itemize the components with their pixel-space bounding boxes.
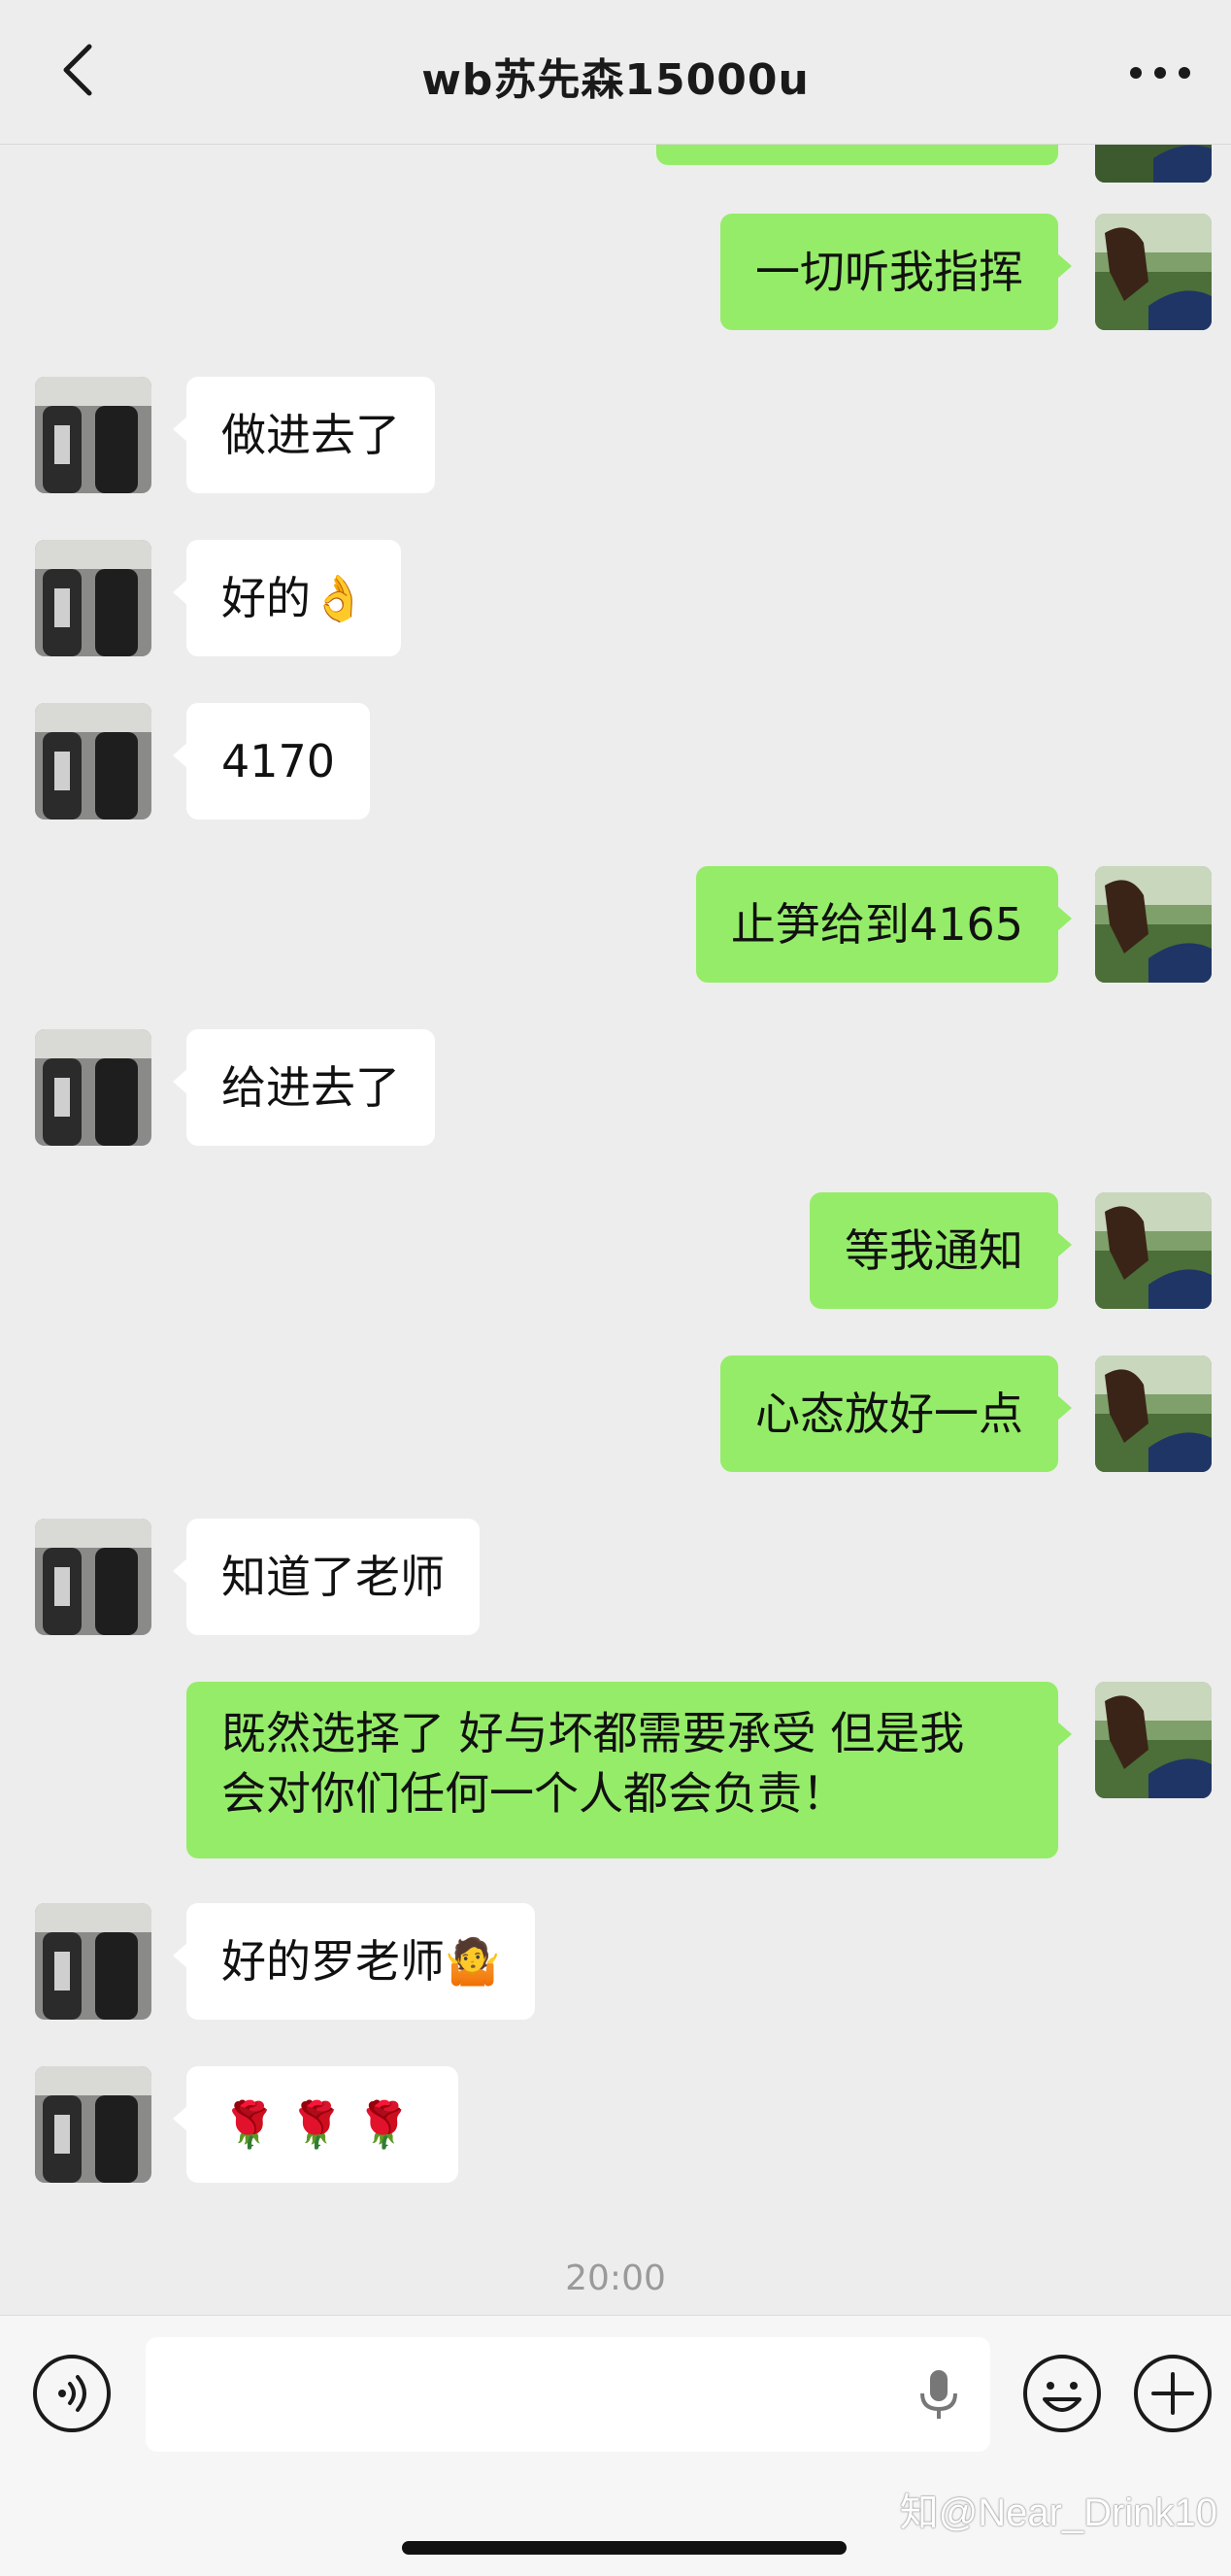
incoming-message: 做进去了 — [0, 377, 1231, 493]
message-bubble[interactable]: 心态放好一点 — [720, 1355, 1072, 1472]
contact-avatar[interactable] — [35, 1903, 151, 2020]
message-bubble[interactable]: 等我通知 — [810, 1192, 1072, 1309]
message-bubble[interactable]: 既然选择了 好与坏都需要承受 但是我 会对你们任何一个人都会负责！ — [186, 1682, 1072, 1858]
self-avatar[interactable] — [1095, 214, 1212, 330]
input-bar: 知@Near_Drink10 — [0, 2315, 1231, 2576]
message-bubble[interactable]: 🌹🌹🌹 — [173, 2066, 458, 2183]
home-indicator — [402, 2541, 847, 2555]
chat-title: wb苏先森15000u — [421, 55, 810, 105]
contact-avatar[interactable] — [35, 1029, 151, 1146]
self-avatar[interactable] — [1095, 866, 1212, 983]
self-avatar[interactable] — [1095, 1192, 1212, 1309]
self-avatar[interactable] — [1095, 144, 1212, 183]
incoming-message: 给进去了 — [0, 1029, 1231, 1146]
message-bubble[interactable]: 止笋给到4165 — [695, 866, 1073, 983]
self-avatar[interactable] — [1095, 1682, 1212, 1798]
message-bubble[interactable]: 4170 — [172, 703, 371, 820]
emoji-icon[interactable] — [1021, 2353, 1103, 2434]
chat-header: wb苏先森15000u — [0, 0, 1231, 145]
message-bubble[interactable]: 知道了老师 — [173, 1519, 480, 1635]
outgoing-message: 心态放好一点 — [0, 1355, 1231, 1472]
outgoing-message: 既然选择了 好与坏都需要承受 但是我 会对你们任何一个人都会负责！ — [0, 1682, 1231, 1858]
partial-outgoing-message — [0, 144, 1231, 183]
contact-avatar[interactable] — [35, 1519, 151, 1635]
message-bubble[interactable]: 好的👌 — [172, 540, 402, 656]
outgoing-message: 等我通知 — [0, 1192, 1231, 1309]
watermark: 知@Near_Drink10 — [899, 2492, 1217, 2534]
incoming-message: 🌹🌹🌹 — [0, 2066, 1231, 2183]
message-input[interactable] — [146, 2337, 990, 2452]
microphone-icon[interactable] — [909, 2364, 969, 2425]
contact-avatar[interactable] — [35, 377, 151, 493]
message-bubble[interactable]: 给进去了 — [173, 1029, 435, 1146]
message-bubble[interactable]: 做进去了 — [173, 377, 435, 493]
incoming-message: 4170 — [0, 703, 1231, 820]
contact-avatar[interactable] — [35, 703, 151, 820]
contact-avatar[interactable] — [35, 2066, 151, 2183]
incoming-message: 好的👌 — [0, 540, 1231, 656]
message-bubble[interactable]: 一切听我指挥 — [720, 214, 1072, 330]
self-avatar[interactable] — [1095, 1355, 1212, 1472]
plus-icon[interactable] — [1132, 2353, 1214, 2434]
message-list[interactable]: 一切听我指挥 做进去了 好的👌 4170 止笋给到4165 给进去了 等我通知 … — [0, 144, 1231, 2315]
outgoing-message: 一切听我指挥 — [0, 214, 1231, 330]
incoming-message: 知道了老师 — [0, 1519, 1231, 1635]
message-timestamp: 20:00 — [565, 2258, 666, 2298]
message-bubble[interactable]: 好的罗老师🤷 — [172, 1903, 536, 2020]
more-dots-icon[interactable] — [1126, 58, 1194, 87]
voice-icon[interactable] — [31, 2353, 113, 2434]
outgoing-message: 止笋给到4165 — [0, 866, 1231, 983]
incoming-message: 好的罗老师🤷 — [0, 1903, 1231, 2020]
contact-avatar[interactable] — [35, 540, 151, 656]
